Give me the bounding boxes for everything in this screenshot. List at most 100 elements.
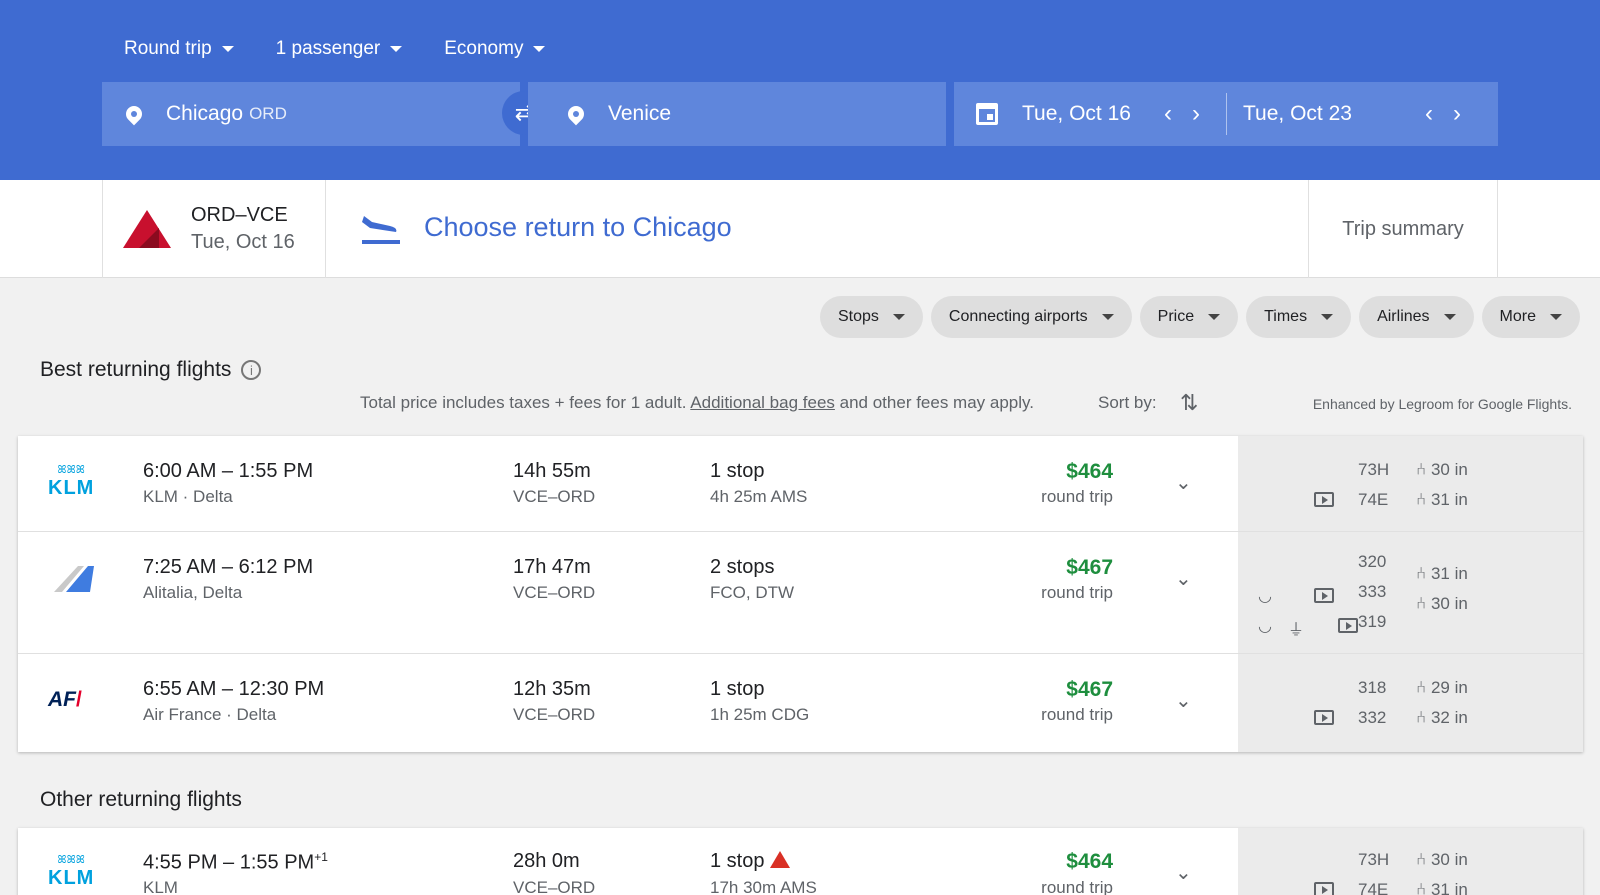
aircraft-type: 332 [1358, 708, 1387, 727]
aircraft-type: 319 [1358, 612, 1387, 631]
sort-icon[interactable]: ⇅ [1180, 390, 1198, 416]
flight-price: $467 [1066, 678, 1113, 701]
price-note: round trip [1041, 878, 1113, 895]
flight-row[interactable]: ꕤꕤꕤ KLM 6:00 AM – 1:55 PM KLM · Delta 14… [18, 436, 1583, 532]
expand-chevron-icon[interactable]: ⌄ [1175, 688, 1192, 713]
bag-fees-link[interactable]: Additional bag fees [690, 393, 835, 412]
tv-icon [1314, 492, 1334, 507]
destination-city: Venice [608, 102, 672, 125]
aircraft-type: 318 [1358, 678, 1387, 697]
chevron-right-icon[interactable]: › [1453, 100, 1461, 128]
other-flights-heading: Other returning flights [40, 788, 242, 811]
flight-route: VCE–ORD [513, 487, 596, 506]
aircraft-type: 73H [1358, 460, 1390, 479]
filter-stops[interactable]: Stops [819, 296, 923, 338]
flight-route: VCE–ORD [513, 878, 596, 895]
destination-field[interactable]: Venice [528, 82, 946, 146]
chevron-down-icon [1443, 314, 1456, 320]
page-title: Choose return to Chicago [424, 212, 732, 242]
filter-times[interactable]: Times [1246, 296, 1352, 338]
origin-city: Chicago [166, 102, 244, 125]
flight-row[interactable]: 7:25 AM – 6:12 PM Alitalia, Delta 17h 47… [18, 532, 1583, 654]
landing-plane-icon [362, 216, 400, 244]
legroom: 30 in [1430, 850, 1468, 869]
aircraft-type: 74E [1358, 880, 1389, 895]
tv-icon [1314, 588, 1334, 603]
date-divider [1226, 93, 1227, 135]
tv-icon [1314, 882, 1334, 895]
flight-stops: 1 stop [710, 460, 765, 482]
next-day-marker: +1 [314, 850, 328, 864]
step-outbound[interactable]: ORD–VCE Tue, Oct 16 [102, 180, 326, 278]
seat-icon: ⑃ [1416, 850, 1427, 869]
airfrance-logo: AF/ [48, 688, 82, 711]
expand-chevron-icon[interactable]: ⌄ [1175, 566, 1192, 591]
search-options: Round trip 1 passenger Economy [124, 38, 587, 60]
flight-stops: 1 stop [710, 678, 765, 700]
sort-label: Sort by: [1098, 393, 1157, 412]
origin-field[interactable]: Chicago ORD [102, 82, 520, 146]
chevron-down-icon [533, 46, 546, 52]
flight-price: $467 [1066, 556, 1113, 579]
search-header: Round trip 1 passenger Economy Chicago O… [0, 0, 1600, 180]
flight-price: $464 [1066, 850, 1113, 873]
seat-icon: ⑃ [1416, 594, 1427, 613]
chevron-right-icon[interactable]: › [1192, 100, 1200, 128]
stop-detail: 4h 25m AMS [710, 487, 808, 506]
calendar-icon [976, 103, 998, 125]
amenities-panel [1238, 828, 1583, 895]
chevron-left-icon[interactable]: ‹ [1164, 100, 1172, 128]
tv-icon [1338, 618, 1359, 633]
info-icon[interactable]: i [241, 360, 262, 381]
passenger-select[interactable]: 1 passenger [276, 38, 403, 60]
legroom: 30 in [1430, 460, 1468, 479]
stop-detail: 1h 25m CDG [710, 705, 810, 724]
filter-more[interactable]: More [1481, 296, 1580, 338]
flight-row[interactable]: AF/ 6:55 AM – 12:30 PM Air France · Delt… [18, 654, 1583, 752]
flight-times: 7:25 AM – 6:12 PM [143, 556, 314, 578]
price-note: Total price includes taxes + fees for 1 … [360, 393, 1034, 412]
legroom: 30 in [1430, 594, 1468, 613]
flight-row[interactable]: ꕤꕤꕤ KLM 4:55 PM – 1:55 PM+1 KLM 28h 0m V… [18, 828, 1583, 895]
depart-date[interactable]: Tue, Oct 16 [1022, 102, 1154, 126]
klm-logo: ꕤꕤꕤ KLM [48, 464, 95, 499]
filter-price[interactable]: Price [1139, 296, 1239, 338]
legroom: 31 in [1430, 564, 1468, 583]
flight-times: 6:55 AM – 12:30 PM [143, 678, 325, 700]
best-flights-list: ꕤꕤꕤ KLM 6:00 AM – 1:55 PM KLM · Delta 14… [18, 436, 1583, 752]
origin-code: ORD [249, 104, 287, 123]
filter-connecting-airports[interactable]: Connecting airports [930, 296, 1132, 338]
price-note: round trip [1041, 705, 1113, 724]
legroom: 31 in [1430, 880, 1468, 895]
price-note: round trip [1041, 487, 1113, 506]
aircraft-type: 333 [1358, 582, 1387, 601]
flight-route: VCE–ORD [513, 705, 596, 724]
step-bar: ORD–VCE Tue, Oct 16 Choose return to Chi… [0, 180, 1600, 278]
seat-icon: ⑃ [1416, 460, 1427, 479]
chevron-down-icon [1550, 314, 1562, 320]
alitalia-logo [54, 566, 94, 592]
flight-carrier: KLM · Delta [143, 487, 233, 506]
expand-chevron-icon[interactable]: ⌄ [1175, 860, 1192, 885]
cabin-select[interactable]: Economy [444, 38, 546, 60]
flight-stops: 1 stop [710, 850, 791, 873]
trip-type-select[interactable]: Round trip [124, 38, 234, 60]
seat-icon: ⑃ [1416, 678, 1427, 697]
flight-carrier: Alitalia, Delta [143, 583, 243, 602]
power-plug-icon: ⏚ [1288, 622, 1305, 639]
date-field[interactable]: Tue, Oct 16 ‹ › Tue, Oct 23 ‹ › [954, 82, 1498, 146]
chevron-down-icon [892, 314, 905, 320]
chevron-left-icon[interactable]: ‹ [1425, 100, 1433, 128]
chevron-down-icon [1208, 314, 1221, 320]
expand-chevron-icon[interactable]: ⌄ [1175, 470, 1192, 495]
filter-airlines[interactable]: Airlines [1359, 296, 1474, 338]
amenities-panel [1238, 654, 1583, 752]
seat-icon: ⑃ [1416, 880, 1427, 895]
return-date[interactable]: Tue, Oct 23 [1243, 102, 1415, 126]
legroom: 29 in [1430, 678, 1468, 697]
flight-duration: 12h 35m [513, 678, 591, 700]
flight-times: 6:00 AM – 1:55 PM [143, 460, 314, 482]
step-trip-summary[interactable]: Trip summary [1308, 180, 1498, 278]
flight-route: VCE–ORD [513, 583, 596, 602]
filter-bar: Stops Connecting airports Price Times Ai… [819, 296, 1580, 338]
